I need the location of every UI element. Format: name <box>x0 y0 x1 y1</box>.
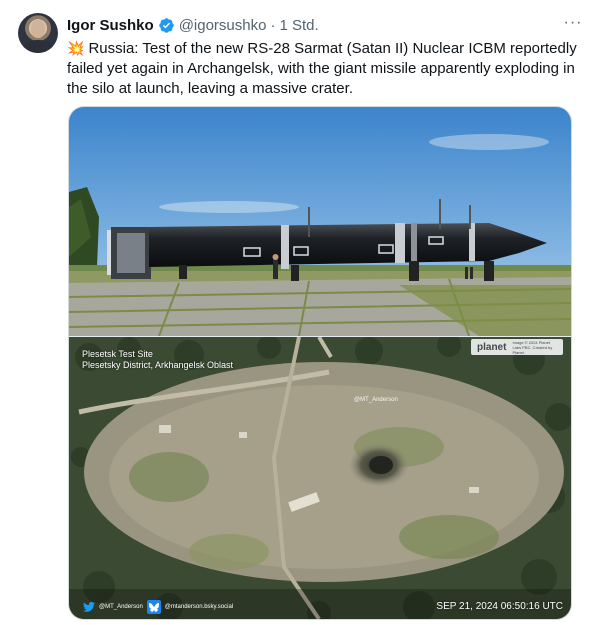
missile-photo[interactable] <box>69 107 571 336</box>
tweet[interactable]: Igor Sushko @igorsushko · 1 Std. ··· 💥 Ru… <box>0 0 610 625</box>
planet-copyright: Image © 2024 Planet Labs PBC. Created by… <box>512 339 553 355</box>
credit-twitter: @MT_Anderson <box>99 604 143 610</box>
capture-timestamp: SEP 21, 2024 06:50:16 UTC <box>436 601 563 612</box>
twitter-bird-icon <box>83 602 95 612</box>
satellite-site-location: Plesetsky District, Arkhangelsk Oblast <box>82 360 234 370</box>
image-credits: @MT_Anderson @mtanderson.bsky.social <box>83 600 233 614</box>
planet-logo-badge: planet Image © 2024 Planet Labs PBC. Cre… <box>471 339 563 355</box>
tweet-header: Igor Sushko @igorsushko · 1 Std. <box>67 14 586 36</box>
credit-bluesky: @mtanderson.bsky.social <box>164 604 234 610</box>
tweet-timestamp[interactable]: 1 Std. <box>279 17 318 34</box>
avatar[interactable] <box>18 13 58 53</box>
author-name[interactable]: Igor Sushko <box>67 17 154 34</box>
satellite-photo[interactable] <box>69 337 571 619</box>
satellite-caption: Plesetsk Test Site Plesetsky District, A… <box>82 349 233 371</box>
avatar-face <box>31 20 45 38</box>
separator-dot: · <box>270 16 276 34</box>
collision-emoji: 💥 <box>67 40 85 56</box>
bluesky-butterfly-icon <box>146 600 161 614</box>
tweet-body: Russia: Test of the new RS-28 Sarmat (Sa… <box>67 40 577 97</box>
planet-brand: planet <box>477 341 507 353</box>
center-watermark: @MT_Anderson <box>354 397 398 403</box>
tweet-media[interactable]: Plesetsk Test Site Plesetsky District, A… <box>68 106 572 620</box>
verified-badge-icon <box>158 17 175 34</box>
more-icon[interactable]: ··· <box>562 12 584 34</box>
avatar-shoulders <box>22 40 54 53</box>
satellite-site-name: Plesetsk Test Site <box>82 349 153 359</box>
tweet-text: 💥 Russia: Test of the new RS-28 Sarmat (S… <box>67 38 587 99</box>
author-handle[interactable]: @igorsushko <box>179 17 267 34</box>
